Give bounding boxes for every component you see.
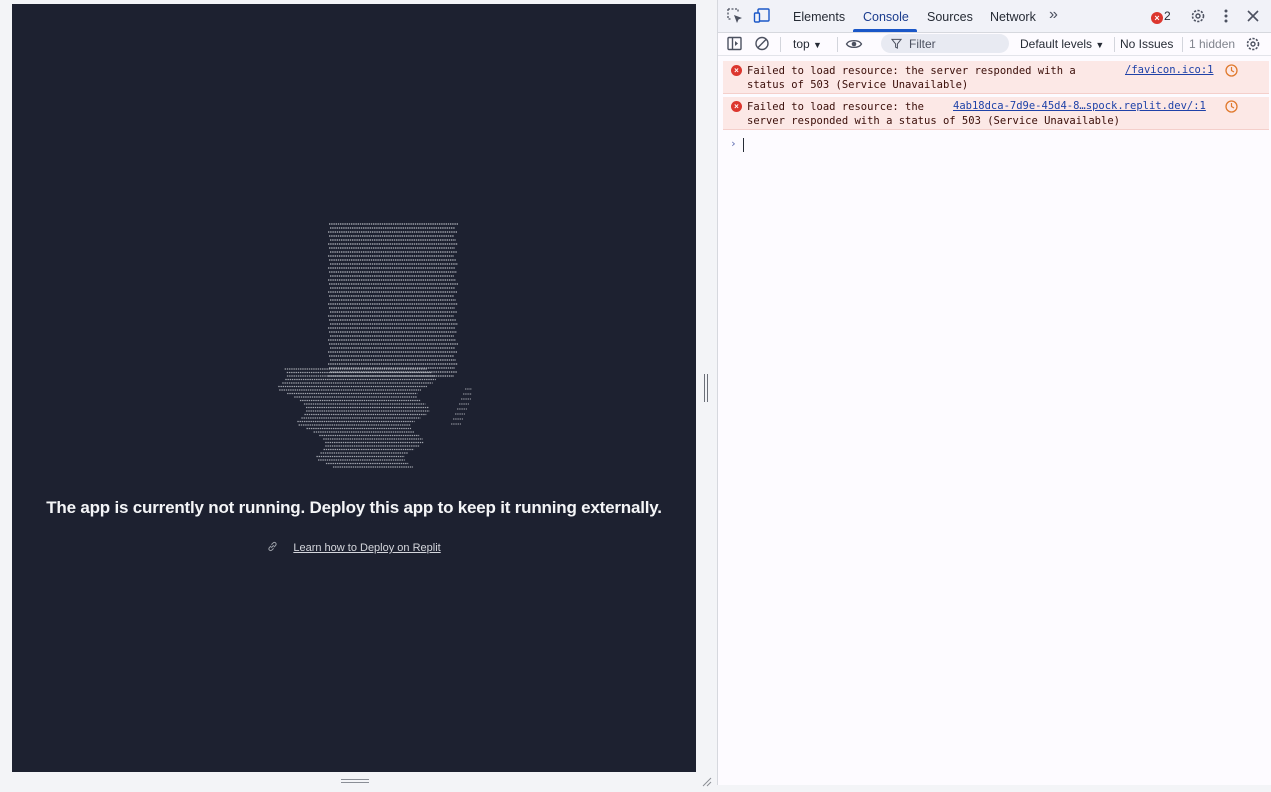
clear-console-icon[interactable]: [753, 35, 771, 53]
error-icon: ×: [731, 101, 742, 112]
issues-counter[interactable]: No Issues: [1120, 37, 1173, 51]
console-input-caret[interactable]: [743, 138, 744, 152]
close-devtools-icon[interactable]: [1244, 7, 1262, 25]
error-icon: ×: [1151, 12, 1163, 24]
learn-deploy-row: Learn how to Deploy on Replit: [12, 541, 696, 555]
app-not-running-message: The app is currently not running. Deploy…: [46, 498, 662, 517]
service-worker-icon: [1225, 64, 1238, 77]
tab-sources[interactable]: Sources: [927, 10, 973, 24]
error-count-badge[interactable]: × 2: [1151, 9, 1171, 24]
service-worker-icon: [1225, 100, 1238, 113]
devtools-panel: Elements Console Sources Network » × 2 to…: [717, 0, 1271, 785]
error-source-link[interactable]: 4ab18dca-7d9e-45d4-8…spock.replit.dev/:1: [953, 100, 1206, 112]
viewport-height-resize-handle[interactable]: [341, 778, 369, 785]
error-count: 2: [1164, 9, 1171, 23]
panel-resize-handle[interactable]: [703, 374, 709, 402]
more-tabs-icon[interactable]: »: [1049, 6, 1058, 24]
viewport-corner-resize-handle[interactable]: [700, 774, 712, 787]
devtools-tabbar: Elements Console Sources Network » × 2: [718, 0, 1271, 33]
context-select[interactable]: top ▼: [793, 37, 822, 51]
filter-placeholder: Filter: [909, 37, 936, 51]
app-viewport: The app is currently not running. Deploy…: [12, 4, 696, 772]
console-error-message[interactable]: × Failed to load resource: the server re…: [723, 97, 1269, 130]
device-toolbar-icon[interactable]: [753, 7, 771, 25]
console-settings-gear-icon[interactable]: [1244, 35, 1262, 53]
ascii-bottle-illustration: [278, 223, 472, 468]
error-source-link[interactable]: /favicon.ico:1: [1125, 64, 1214, 76]
live-expression-eye-icon[interactable]: [845, 35, 863, 53]
filter-icon: [891, 38, 902, 49]
more-options-icon[interactable]: [1217, 7, 1235, 25]
error-icon: ×: [731, 65, 742, 76]
tab-elements[interactable]: Elements: [793, 10, 845, 24]
inspect-element-icon[interactable]: [726, 7, 744, 25]
console-toolbar: top ▼ Filter Default levels ▼ No Issues …: [718, 33, 1271, 56]
tab-console[interactable]: Console: [863, 10, 909, 24]
filter-input[interactable]: Filter: [881, 34, 1009, 53]
log-levels-select[interactable]: Default levels ▼: [1020, 37, 1104, 51]
learn-deploy-link[interactable]: Learn how to Deploy on Replit: [293, 542, 440, 554]
console-prompt-icon: ›: [730, 137, 737, 150]
error-text: Failed to load resource: the server resp…: [747, 65, 1076, 91]
console-error-message[interactable]: × Failed to load resource: the server re…: [723, 61, 1269, 94]
tab-network[interactable]: Network: [990, 10, 1036, 24]
settings-gear-icon[interactable]: [1189, 7, 1207, 25]
sidebar-toggle-icon[interactable]: [726, 35, 744, 53]
active-tab-indicator: [853, 29, 917, 32]
hidden-messages-count: 1 hidden: [1189, 37, 1236, 51]
link-icon: [267, 541, 278, 555]
